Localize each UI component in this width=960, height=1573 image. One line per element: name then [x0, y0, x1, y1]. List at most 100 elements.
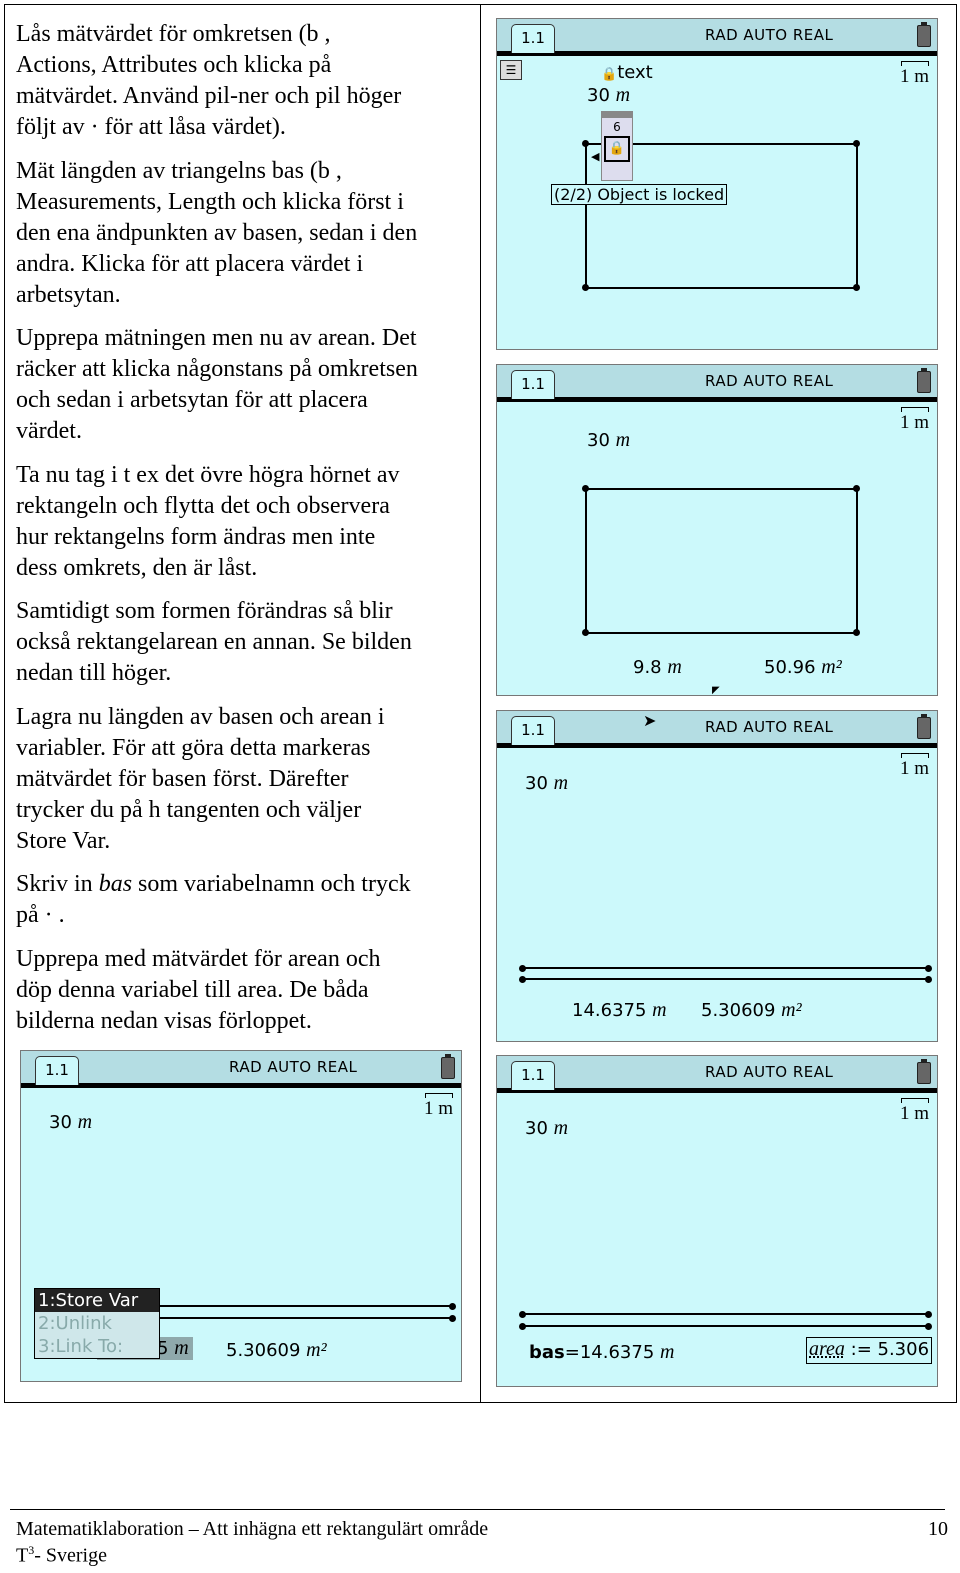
area-measurement[interactable]: 5.30609 m²	[226, 1339, 327, 1362]
vertex[interactable]	[582, 485, 589, 492]
unit: m	[615, 429, 631, 451]
area-measurement[interactable]: 50.96 m²	[764, 656, 842, 679]
perimeter-measurement[interactable]: 30 m	[49, 1111, 92, 1134]
unit: m	[553, 772, 569, 794]
scale-label: 1 m	[899, 66, 929, 87]
battery-icon	[917, 714, 931, 739]
vertex[interactable]	[519, 976, 526, 983]
perimeter-measurement[interactable]: 30 m	[587, 429, 630, 452]
footer-title: Matematiklaboration – Att inhägna ett re…	[16, 1518, 489, 1540]
scale-label: 1 m	[899, 1103, 929, 1124]
line: Upprepa med mätvärdet för arean och	[16, 946, 381, 972]
page-number: 10	[928, 1518, 948, 1540]
vertex[interactable]	[925, 1311, 932, 1318]
value: 30	[49, 1112, 72, 1133]
line: Upprepa mätningen men nu av arean. Det	[16, 325, 417, 351]
cursor-icon: ◤	[712, 685, 720, 696]
line: räcker att klicka någonstans på omkretse…	[16, 356, 418, 382]
unit: m²	[781, 999, 802, 1021]
line: Actions, Attributes och klicka på	[16, 52, 332, 78]
line: Store Var.	[16, 828, 111, 854]
perimeter-measurement[interactable]: 30 m	[525, 772, 568, 795]
calculator-screen-dragged: 1.1 RAD AUTO REAL 1 m 30 m 9.8 m 50.96 m…	[496, 364, 938, 696]
area-variable-input[interactable]: area := 5.306	[806, 1337, 932, 1364]
value: 14.6375	[572, 1000, 647, 1021]
base-measurement[interactable]: 9.8 m	[633, 656, 682, 679]
unit: m	[77, 1111, 93, 1133]
perimeter-measurement[interactable]: 30 m	[525, 1117, 568, 1140]
value: := 5.306	[844, 1339, 930, 1360]
paragraph-lock-perimeter: Lås mätvärdet för omkretsen (b , Actions,…	[16, 19, 476, 143]
page-tab[interactable]: 1.1	[511, 370, 555, 399]
vertex[interactable]	[519, 1323, 526, 1330]
perimeter-measurement[interactable]: 30 m	[587, 84, 630, 107]
line: och sedan i arbetsytan för att placera	[16, 387, 368, 413]
rectangle[interactable]	[585, 488, 858, 634]
vertex[interactable]	[519, 965, 526, 972]
vertex[interactable]	[519, 1311, 526, 1318]
page-tab[interactable]: 1.1	[35, 1056, 79, 1085]
text: som variabelnamn och tryck	[132, 871, 411, 897]
vertex[interactable]	[582, 629, 589, 636]
vertex[interactable]	[925, 976, 932, 983]
vertex[interactable]	[853, 485, 860, 492]
lock-icon[interactable]: 🔒	[604, 136, 630, 162]
page-tab[interactable]: 1.1	[511, 24, 555, 53]
line: mätvärdet för basen först. Därefter	[16, 766, 349, 792]
line: Ta nu tag i t ex det övre högra hörnet a…	[16, 462, 400, 488]
text: T	[16, 1544, 29, 1567]
paragraph-measure-area: Upprepa mätningen men nu av arean. Det rä…	[16, 323, 476, 447]
scale-label: 1 m	[899, 412, 929, 433]
line: rektangeln och flytta det och observera	[16, 493, 390, 519]
vertex[interactable]	[449, 1315, 456, 1322]
line: på · .	[16, 902, 65, 928]
area-measurement[interactable]: 5.30609 m²	[701, 999, 802, 1022]
page-tab[interactable]: 1.1	[511, 1061, 555, 1090]
line: den ena ändpunkten av basen, sedan i den	[16, 220, 418, 246]
menu-item-link-to[interactable]: 3:Link To:	[35, 1335, 159, 1358]
value: 30	[525, 773, 548, 794]
unit: m	[174, 1337, 189, 1359]
mode-indicator: RAD AUTO REAL	[705, 1063, 834, 1081]
bas-variable[interactable]: bas=14.6375 m	[529, 1341, 674, 1364]
paragraph-drag-corner: Ta nu tag i t ex det övre högra hörnet a…	[16, 460, 476, 584]
vertex[interactable]	[853, 284, 860, 291]
line: Mät längden av triangelns bas (b ,	[16, 158, 342, 184]
page-tab[interactable]: 1.1	[511, 716, 555, 745]
vertex[interactable]	[582, 140, 589, 147]
status-bar: 1.1 RAD AUTO REAL	[21, 1051, 461, 1088]
vertex[interactable]	[582, 284, 589, 291]
line: Measurements, Length och klicka först i	[16, 189, 404, 215]
vertex[interactable]	[853, 629, 860, 636]
variable-name: bas	[98, 871, 133, 897]
variable-name: area	[809, 1338, 845, 1360]
rectangle-top[interactable]	[522, 1313, 929, 1315]
rectangle-bottom[interactable]	[522, 1325, 929, 1327]
value: 30	[587, 430, 610, 451]
menu-item-unlink[interactable]: 2:Unlink	[35, 1312, 159, 1335]
rectangle-top[interactable]	[522, 967, 929, 969]
footer-organization: T3- Sverige	[16, 1543, 107, 1568]
vertex[interactable]	[853, 140, 860, 147]
line: värdet.	[16, 418, 82, 444]
mode-indicator: RAD AUTO REAL	[705, 372, 834, 390]
vertex[interactable]	[925, 965, 932, 972]
rectangle-bottom[interactable]	[522, 978, 929, 980]
vertex[interactable]	[449, 1303, 456, 1310]
cursor-icon: ➤	[643, 711, 657, 730]
value: 9.8	[633, 657, 662, 678]
scale-indicator: 1 m	[899, 405, 929, 434]
variable-name: bas	[529, 1342, 565, 1363]
scale-indicator: 1 m	[899, 1096, 929, 1125]
value: 5.30609	[701, 1000, 776, 1021]
value: =14.6375	[564, 1342, 655, 1363]
mode-indicator: RAD AUTO REAL	[229, 1058, 358, 1076]
context-menu: 1:Store Var 2:Unlink 3:Link To:	[34, 1288, 160, 1359]
calculator-screen-flat: 1.1 ➤ RAD AUTO REAL 1 m 30 m 14.6375 m 5…	[496, 710, 938, 1042]
menu-item-store-var[interactable]: 1:Store Var	[35, 1289, 159, 1312]
vertex[interactable]	[925, 1323, 932, 1330]
base-measurement[interactable]: 14.6375 m	[572, 999, 667, 1022]
line: bilderna nedan visas förloppet.	[16, 1008, 312, 1034]
text-label: 🔒text	[601, 62, 653, 83]
paragraph-type-bas: Skriv in bas som variabelnamn och tryck …	[16, 869, 476, 931]
